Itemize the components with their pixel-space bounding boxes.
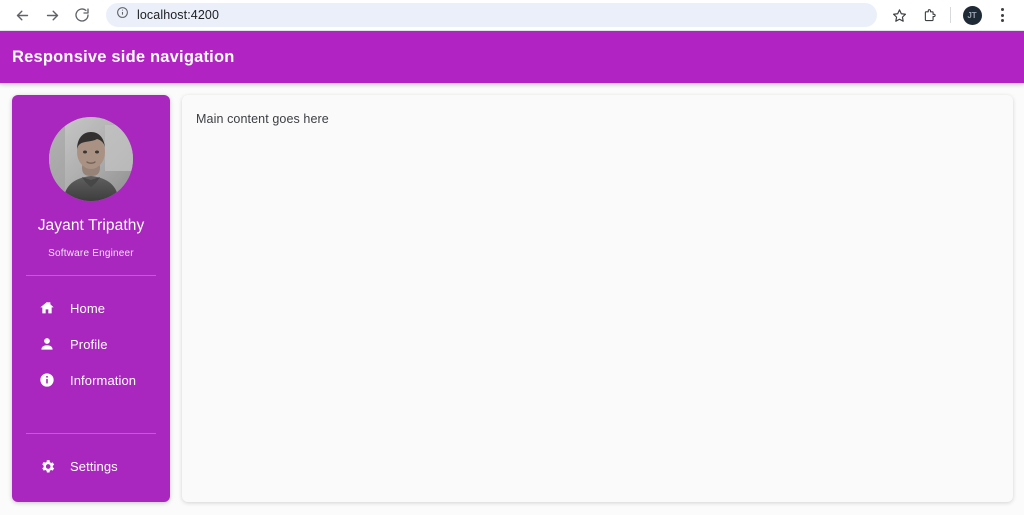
forward-button[interactable] [38, 1, 66, 29]
gear-icon [38, 457, 56, 475]
profile-role: Software Engineer [48, 248, 134, 259]
user-photo-avatar [49, 117, 133, 201]
profile-avatar-initial: JT [962, 5, 982, 25]
info-circle-icon[interactable] [116, 6, 129, 24]
toolbar-divider [950, 7, 951, 23]
sidebar-item-home[interactable]: Home [12, 290, 170, 326]
back-button[interactable] [8, 1, 36, 29]
nav-list: Home Profile Information [12, 276, 170, 398]
avatar[interactable]: JT [958, 1, 986, 29]
kebab-menu-icon[interactable] [988, 1, 1016, 29]
address-bar-url: localhost:4200 [137, 8, 220, 22]
sidebar-item-label: Information [70, 372, 137, 388]
nav-bottom-list: Settings [12, 434, 170, 502]
page-body: Jayant Tripathy Software Engineer Home P… [0, 83, 1024, 515]
sidebar-item-profile[interactable]: Profile [12, 326, 170, 362]
sidebar-item-label: Profile [70, 336, 108, 352]
profile-section: Jayant Tripathy Software Engineer [12, 109, 170, 259]
browser-toolbar: localhost:4200 JT [0, 0, 1024, 31]
address-bar[interactable]: localhost:4200 [106, 3, 877, 27]
puzzle-piece-icon[interactable] [915, 1, 943, 29]
main-content-card: Main content goes here [182, 95, 1013, 502]
toolbar-actions: JT [885, 1, 1016, 29]
star-icon[interactable] [885, 1, 913, 29]
home-icon [38, 299, 56, 317]
main-content-text: Main content goes here [196, 112, 329, 126]
app-header: Responsive side navigation [0, 31, 1024, 83]
sidebar-item-settings[interactable]: Settings [12, 448, 170, 484]
page-title: Responsive side navigation [12, 47, 235, 66]
profile-name: Jayant Tripathy [37, 217, 145, 234]
reload-button[interactable] [68, 1, 96, 29]
sidebar-item-information[interactable]: Information [12, 362, 170, 398]
sidebar-item-label: Settings [70, 458, 118, 474]
person-icon [38, 335, 56, 353]
sidebar-item-label: Home [70, 300, 106, 316]
side-navigation: Jayant Tripathy Software Engineer Home P… [12, 95, 170, 502]
info-icon [38, 371, 56, 389]
